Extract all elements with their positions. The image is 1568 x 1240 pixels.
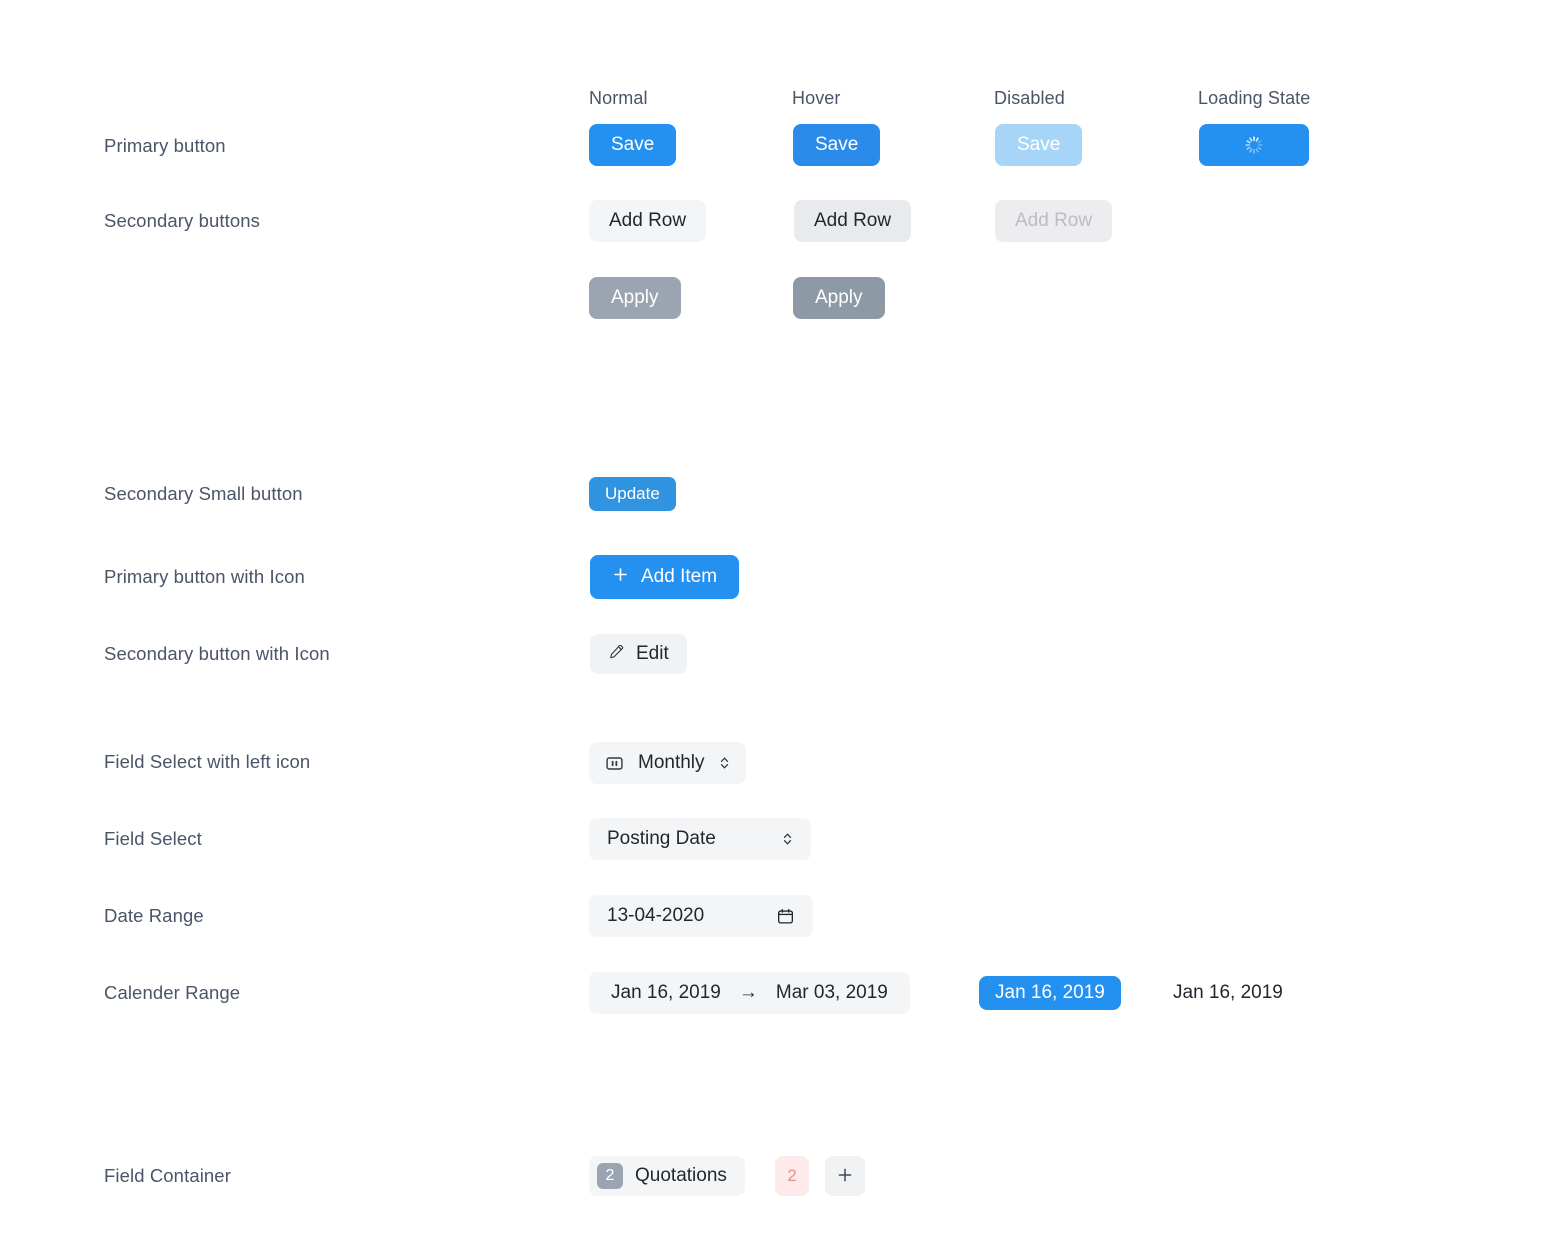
arrow-right-icon: → (738, 982, 758, 1003)
row-label-calender-range: Calender Range (104, 982, 241, 1003)
column-header-loading-state: Loading State (1198, 88, 1311, 108)
column-header-normal: Normal (589, 88, 648, 108)
apply-button-hover[interactable]: Apply (793, 277, 885, 319)
spinner-icon (1244, 135, 1264, 155)
chevron-up-down-icon (705, 754, 746, 772)
component-gallery: Normal Hover Disabled Loading State Prim… (0, 0, 1568, 1240)
add-field-button[interactable] (825, 1156, 865, 1196)
chevron-up-down-icon (768, 830, 811, 848)
add-row-button-disabled: Add Row (995, 200, 1113, 242)
row-label-field-select: Field Select (104, 828, 202, 849)
calendar-date-plain[interactable]: Jan 16, 2019 (1173, 976, 1283, 1010)
add-row-button-normal[interactable]: Add Row (589, 200, 707, 242)
save-button-hover[interactable]: Save (793, 124, 881, 166)
field-select-monthly-value: Monthly (638, 752, 705, 773)
row-label-field-container: Field Container (104, 1165, 231, 1186)
row-label-secondary-button-with-icon: Secondary button with Icon (104, 643, 330, 664)
plus-icon (836, 1166, 854, 1187)
add-row-button-hover[interactable]: Add Row (794, 200, 912, 242)
field-select-posting-date[interactable]: Posting Date (589, 818, 811, 860)
calendar-date-selected[interactable]: Jan 16, 2019 (979, 976, 1121, 1010)
row-label-field-select-with-left-icon: Field Select with left icon (104, 751, 311, 772)
edit-button-label: Edit (636, 643, 669, 664)
calendar-range-from: Jan 16, 2019 (611, 982, 721, 1003)
row-label-primary-button: Primary button (104, 135, 226, 156)
column-header-disabled: Disabled (994, 88, 1065, 108)
row-label-secondary-buttons: Secondary buttons (104, 210, 260, 231)
row-label-date-range: Date Range (104, 905, 204, 926)
field-container-label: Quotations (635, 1165, 727, 1186)
add-item-button-label: Add Item (641, 566, 718, 587)
save-button-disabled: Save (995, 124, 1083, 166)
date-range-field[interactable]: 13-04-2020 (589, 895, 813, 937)
calendar-icon[interactable] (760, 907, 813, 926)
pencil-icon (608, 643, 625, 666)
column-header-hover: Hover (792, 88, 841, 108)
calendar-range-to: Mar 03, 2019 (775, 982, 888, 1003)
row-label-secondary-small-button: Secondary Small button (104, 483, 303, 504)
alert-badge[interactable]: 2 (775, 1156, 809, 1196)
save-button-loading (1199, 124, 1309, 166)
save-button-normal[interactable]: Save (589, 124, 677, 166)
count-badge: 2 (597, 1163, 623, 1189)
row-label-primary-button-with-icon: Primary button with Icon (104, 566, 305, 587)
update-button[interactable]: Update (589, 477, 676, 511)
date-range-value: 13-04-2020 (607, 905, 705, 926)
edit-button[interactable]: Edit (590, 634, 687, 674)
add-item-button[interactable]: Add Item (590, 555, 740, 599)
calendar-range-field[interactable]: Jan 16, 2019 → Mar 03, 2019 (589, 972, 910, 1014)
field-select-monthly[interactable]: Monthly (589, 742, 746, 784)
field-select-posting-date-value: Posting Date (607, 828, 716, 849)
columns-icon (589, 754, 638, 773)
field-container-quotations[interactable]: 2 Quotations (589, 1156, 745, 1196)
apply-button-normal[interactable]: Apply (589, 277, 681, 319)
plus-icon (612, 566, 629, 589)
